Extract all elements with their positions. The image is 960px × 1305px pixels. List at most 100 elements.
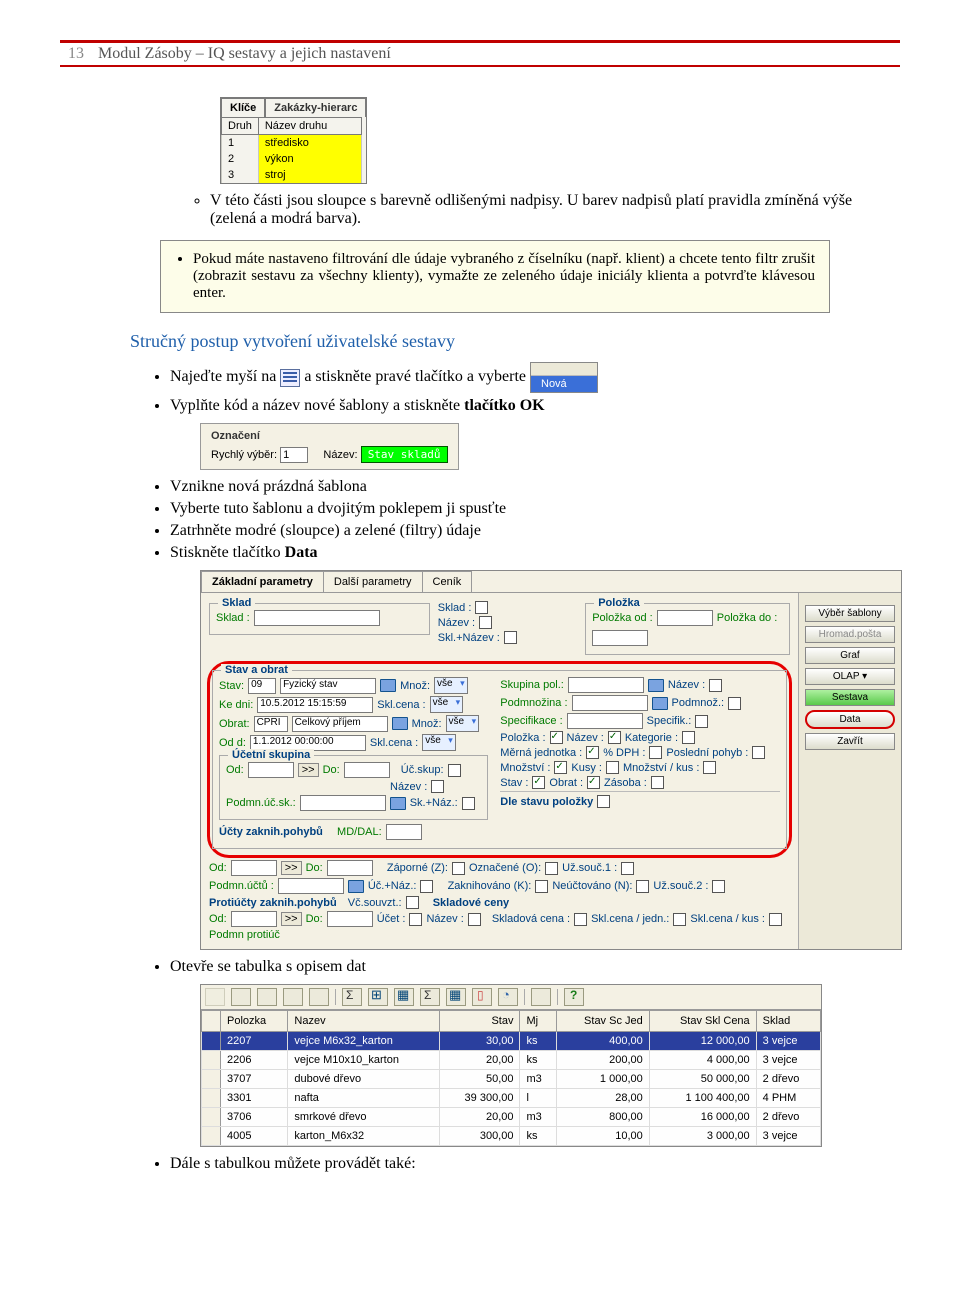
- cb[interactable]: [695, 715, 708, 728]
- tab-cenik[interactable]: Ceník: [422, 571, 473, 592]
- th[interactable]: Polozka: [221, 1011, 288, 1032]
- tab-klice[interactable]: Klíče: [221, 98, 265, 117]
- inp[interactable]: Fyzický stav: [280, 678, 376, 694]
- table-row[interactable]: 3706smrkové dřevo20,00m3800,0016 000,002…: [202, 1108, 821, 1127]
- cb[interactable]: [636, 880, 649, 893]
- cb[interactable]: [468, 913, 481, 926]
- cb[interactable]: [504, 631, 517, 644]
- th[interactable]: Sklad: [756, 1011, 820, 1032]
- inp[interactable]: [386, 824, 422, 840]
- table-row[interactable]: 2207vejce M6x32_karton30,00ks400,0012 00…: [202, 1032, 821, 1051]
- cb[interactable]: [703, 761, 716, 774]
- cb[interactable]: [475, 601, 488, 614]
- th[interactable]: Stav Skl Cena: [649, 1011, 756, 1032]
- cb[interactable]: [535, 880, 548, 893]
- list-icon[interactable]: [280, 369, 300, 387]
- insert-icon[interactable]: [368, 988, 388, 1006]
- inp[interactable]: [327, 860, 373, 876]
- inp[interactable]: [248, 762, 294, 778]
- cb[interactable]: [712, 880, 725, 893]
- select[interactable]: vše: [446, 715, 480, 732]
- cb[interactable]: [597, 795, 610, 808]
- th[interactable]: Stav Sc Jed: [557, 1011, 650, 1032]
- inp[interactable]: [327, 911, 373, 927]
- menu-item-nova[interactable]: Nová: [531, 376, 597, 392]
- table-row[interactable]: 4005karton_M6x32300,00ks10,003 000,003 v…: [202, 1127, 821, 1146]
- select[interactable]: vše: [430, 696, 464, 713]
- inp[interactable]: CPRI: [254, 716, 288, 732]
- tab-zakladni[interactable]: Základní parametry: [201, 571, 324, 592]
- cb[interactable]: [621, 862, 634, 875]
- cb[interactable]: [409, 913, 422, 926]
- cb[interactable]: [452, 862, 465, 875]
- inp[interactable]: [567, 713, 643, 729]
- th[interactable]: Nazev: [288, 1011, 440, 1032]
- inp[interactable]: [231, 911, 277, 927]
- cb[interactable]: [448, 764, 461, 777]
- grid3-icon[interactable]: [531, 988, 551, 1006]
- paste-icon[interactable]: [309, 988, 329, 1006]
- inp[interactable]: [568, 677, 644, 693]
- sum-icon[interactable]: [342, 988, 362, 1006]
- btn-sestava[interactable]: Sestava: [805, 689, 895, 706]
- inp[interactable]: Celkový příjem: [292, 716, 388, 732]
- cb[interactable]: [545, 862, 558, 875]
- open-icon[interactable]: [648, 679, 664, 692]
- save-icon[interactable]: [205, 988, 225, 1006]
- input-rychly-kod[interactable]: [280, 447, 308, 463]
- input-rychly-nazev[interactable]: Stav skladů: [361, 446, 448, 463]
- inp[interactable]: 09: [248, 678, 276, 694]
- inp[interactable]: [278, 878, 344, 894]
- arrow-btn[interactable]: >>: [281, 861, 302, 875]
- btn-zavrit[interactable]: Zavřít: [805, 733, 895, 750]
- cut-icon[interactable]: [257, 988, 277, 1006]
- select[interactable]: vše: [422, 734, 456, 751]
- inp[interactable]: [592, 630, 648, 646]
- open-icon[interactable]: [348, 880, 364, 893]
- cb[interactable]: [649, 746, 662, 759]
- th[interactable]: Mj: [520, 1011, 557, 1032]
- btn-graf[interactable]: Graf: [805, 647, 895, 664]
- cb[interactable]: [673, 913, 686, 926]
- btn-hromad-posta[interactable]: Hromad.pošta: [805, 626, 895, 643]
- open-icon[interactable]: [652, 697, 668, 710]
- cb[interactable]: [608, 731, 621, 744]
- print-icon[interactable]: [231, 988, 251, 1006]
- inp[interactable]: [344, 762, 390, 778]
- copy-icon[interactable]: [283, 988, 303, 1006]
- open-icon[interactable]: [380, 679, 396, 692]
- table-row[interactable]: 2206vejce M10x10_karton20,00ks200,004 00…: [202, 1051, 821, 1070]
- cb[interactable]: [431, 780, 444, 793]
- inp[interactable]: [657, 610, 713, 626]
- input-sklad[interactable]: [254, 610, 380, 626]
- data-table[interactable]: Polozka Nazev Stav Mj Stav Sc Jed Stav S…: [201, 1010, 821, 1146]
- inp[interactable]: 10.5.2012 15:15:59: [257, 697, 373, 713]
- btn-vyber-sablony[interactable]: Výběr šablony: [805, 605, 895, 622]
- cb[interactable]: [420, 880, 433, 893]
- cb[interactable]: [479, 616, 492, 629]
- select[interactable]: vše: [434, 677, 468, 694]
- cb[interactable]: [606, 761, 619, 774]
- tab-zakazky[interactable]: Zakázky-hierarc: [265, 98, 366, 117]
- chart-icon[interactable]: [472, 988, 492, 1006]
- pie-icon[interactable]: [498, 988, 518, 1006]
- cb[interactable]: [769, 913, 782, 926]
- arrow-btn[interactable]: >>: [281, 912, 302, 926]
- cb[interactable]: [651, 776, 664, 789]
- tab-dalsi[interactable]: Další parametry: [323, 571, 423, 592]
- th[interactable]: Stav: [440, 1011, 520, 1032]
- sigma-icon[interactable]: [420, 988, 440, 1006]
- cb[interactable]: [550, 731, 563, 744]
- cb[interactable]: [532, 776, 545, 789]
- inp[interactable]: [572, 695, 648, 711]
- open-icon[interactable]: [392, 717, 408, 730]
- cb[interactable]: [587, 776, 600, 789]
- cb[interactable]: [462, 797, 475, 810]
- inp[interactable]: [300, 795, 386, 811]
- open-icon[interactable]: [390, 797, 406, 810]
- table-row[interactable]: 3707dubové dřevo50,00m31 000,0050 000,00…: [202, 1070, 821, 1089]
- cb[interactable]: [406, 896, 419, 909]
- cb[interactable]: [554, 761, 567, 774]
- cb[interactable]: [728, 697, 741, 710]
- btn-olap[interactable]: OLAP ▾: [805, 668, 895, 685]
